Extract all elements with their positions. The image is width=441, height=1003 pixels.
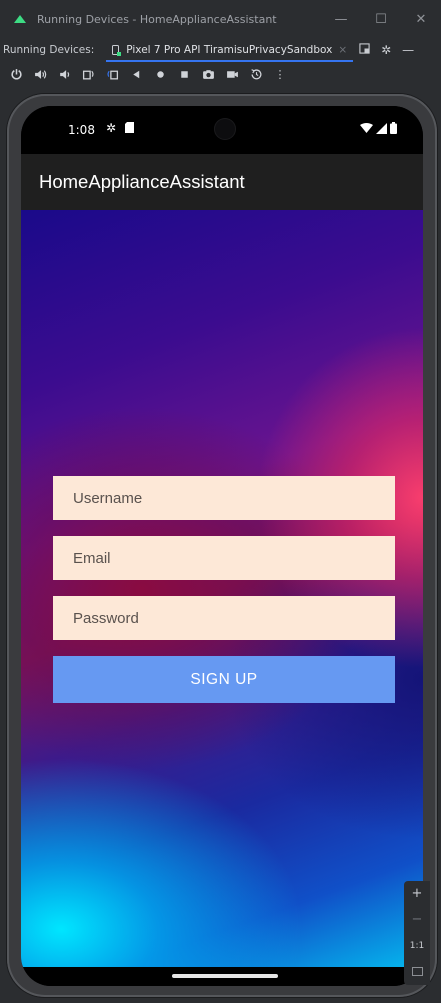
app-title: HomeApplianceAssistant — [39, 171, 245, 192]
rotate-right-icon[interactable] — [104, 66, 120, 82]
username-field[interactable] — [53, 476, 395, 520]
zoom-fit-icon[interactable] — [411, 967, 423, 976]
emulator-toolbar: ⋮ — [0, 62, 441, 86]
back-icon[interactable] — [128, 66, 144, 82]
status-time: 1:08 — [68, 123, 95, 137]
more-icon[interactable]: ⋮ — [272, 66, 288, 82]
screenshot-icon[interactable] — [200, 66, 216, 82]
email-input[interactable] — [73, 549, 395, 567]
navigation-bar — [21, 967, 423, 986]
snapshot-icon[interactable] — [248, 66, 264, 82]
device-icon — [112, 44, 122, 56]
settings-notification-icon: ✲ — [106, 121, 117, 135]
sd-card-icon — [125, 122, 134, 133]
window-title: Running Devices - HomeApplianceAssistant — [37, 12, 277, 26]
email-field[interactable] — [53, 536, 395, 580]
tab-close-icon[interactable]: × — [338, 44, 347, 56]
phone-screen: 1:08 ✲ HomeApplianceAssistant Username E… — [21, 106, 423, 986]
title-bar: Running Devices - HomeApplianceAssistant… — [0, 0, 441, 38]
device-tabs-row: Running Devices: Pixel 7 Pro API Tiramis… — [0, 38, 441, 63]
volume-down-icon[interactable] — [56, 66, 72, 82]
power-icon[interactable] — [8, 66, 24, 82]
volume-up-icon[interactable] — [32, 66, 48, 82]
signup-screen: SIGN UP — [21, 210, 423, 967]
status-bar: 1:08 ✲ — [21, 106, 423, 154]
app-bar: HomeApplianceAssistant — [21, 154, 423, 210]
gear-icon[interactable]: ✲ — [375, 43, 397, 57]
maximize-button[interactable]: ☐ — [361, 12, 401, 27]
rotate-left-icon[interactable] — [80, 66, 96, 82]
password-input[interactable] — [73, 609, 395, 627]
zoom-controls: + − 1:1 — [404, 881, 430, 985]
running-devices-window: Running Devices - HomeApplianceAssistant… — [0, 0, 441, 1003]
hide-icon[interactable]: — — [397, 43, 419, 57]
minimize-button[interactable]: — — [321, 12, 361, 27]
screen-record-icon[interactable] — [224, 66, 240, 82]
tab-pixel-7-pro[interactable]: Pixel 7 Pro API TiramisuPrivacySandbox × — [106, 38, 353, 62]
password-field[interactable] — [53, 596, 395, 640]
android-studio-icon — [14, 15, 26, 23]
home-icon[interactable] — [152, 66, 168, 82]
device-display-area: 1:08 ✲ HomeApplianceAssistant Username E… — [0, 86, 441, 1003]
tab-device-label: Pixel 7 Pro API TiramisuPrivacySandbox — [126, 44, 333, 56]
battery-icon — [390, 122, 397, 134]
running-devices-label: Running Devices: — [3, 44, 95, 56]
layout-icon[interactable] — [353, 43, 375, 57]
sign-up-button[interactable]: SIGN UP — [53, 656, 395, 703]
zoom-out-button[interactable]: − — [404, 907, 430, 933]
zoom-actual-size-button[interactable]: 1:1 — [404, 933, 430, 959]
gesture-handle[interactable] — [172, 974, 278, 978]
username-input[interactable] — [73, 489, 395, 507]
system-icons — [360, 122, 397, 134]
overview-icon[interactable] — [176, 66, 192, 82]
wifi-icon — [360, 123, 373, 133]
zoom-in-button[interactable]: + — [404, 881, 430, 907]
cellular-signal-icon — [376, 122, 387, 134]
front-camera — [214, 118, 236, 140]
close-button[interactable]: ✕ — [401, 12, 441, 27]
phone-frame: 1:08 ✲ HomeApplianceAssistant Username E… — [7, 94, 437, 997]
